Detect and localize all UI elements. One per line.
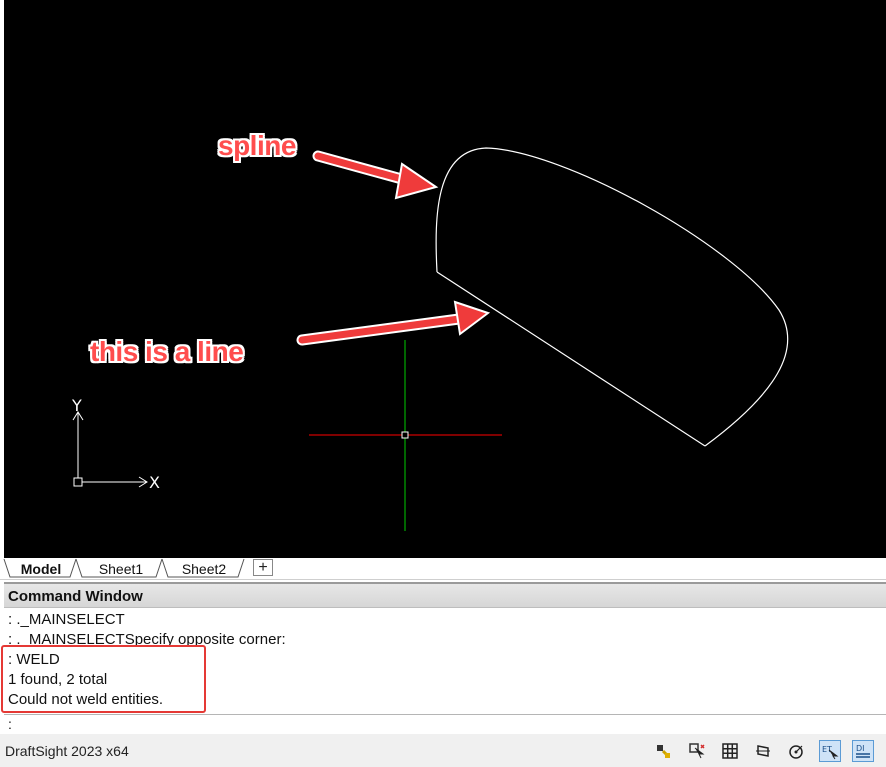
command-input[interactable]: : [4, 714, 886, 734]
x-axis-label: X [149, 473, 160, 492]
line-arrow [296, 300, 491, 346]
polar-icon[interactable] [785, 740, 807, 762]
app-version-label: DraftSight 2023 x64 [5, 743, 129, 759]
weld-output-highlight [1, 645, 206, 713]
svg-text:ET: ET [822, 745, 832, 754]
spline-arrow [312, 150, 439, 200]
line-annotation: this is a line [90, 336, 244, 367]
svg-text:DI: DI [856, 744, 865, 753]
status-bar: DraftSight 2023 x64 ET DI [0, 734, 886, 767]
command-line: : ._MAINSELECT [8, 611, 125, 628]
crosshair-cursor [309, 340, 502, 531]
model-canvas[interactable]: spline this is a line Y X [4, 0, 886, 558]
sheet-tab-bar: Model Sheet1 Sheet2 + [0, 558, 886, 580]
y-axis-label: Y [72, 396, 82, 415]
drawing-svg [72, 147, 789, 531]
ortho-icon[interactable] [752, 740, 774, 762]
spline-entity[interactable] [435, 147, 789, 447]
command-window-title: Command Window [4, 582, 886, 608]
add-sheet-button[interactable]: + [253, 559, 273, 576]
entity-snap-icon[interactable] [686, 740, 708, 762]
tab-model[interactable]: Model [10, 558, 72, 579]
snap-icon[interactable] [652, 740, 674, 762]
dynamic-input-icon[interactable]: DI [852, 740, 874, 762]
line-entity[interactable] [436, 271, 706, 447]
ucs-icon [72, 411, 148, 488]
drawing-area[interactable]: spline this is a line Y X [0, 0, 886, 558]
tab-sheet1[interactable]: Sheet1 [84, 558, 158, 579]
tab-sheet2[interactable]: Sheet2 [168, 558, 240, 579]
spline-annotation: spline [218, 130, 296, 161]
grid-icon[interactable] [719, 740, 741, 762]
entity-tracking-icon[interactable]: ET [819, 740, 841, 762]
